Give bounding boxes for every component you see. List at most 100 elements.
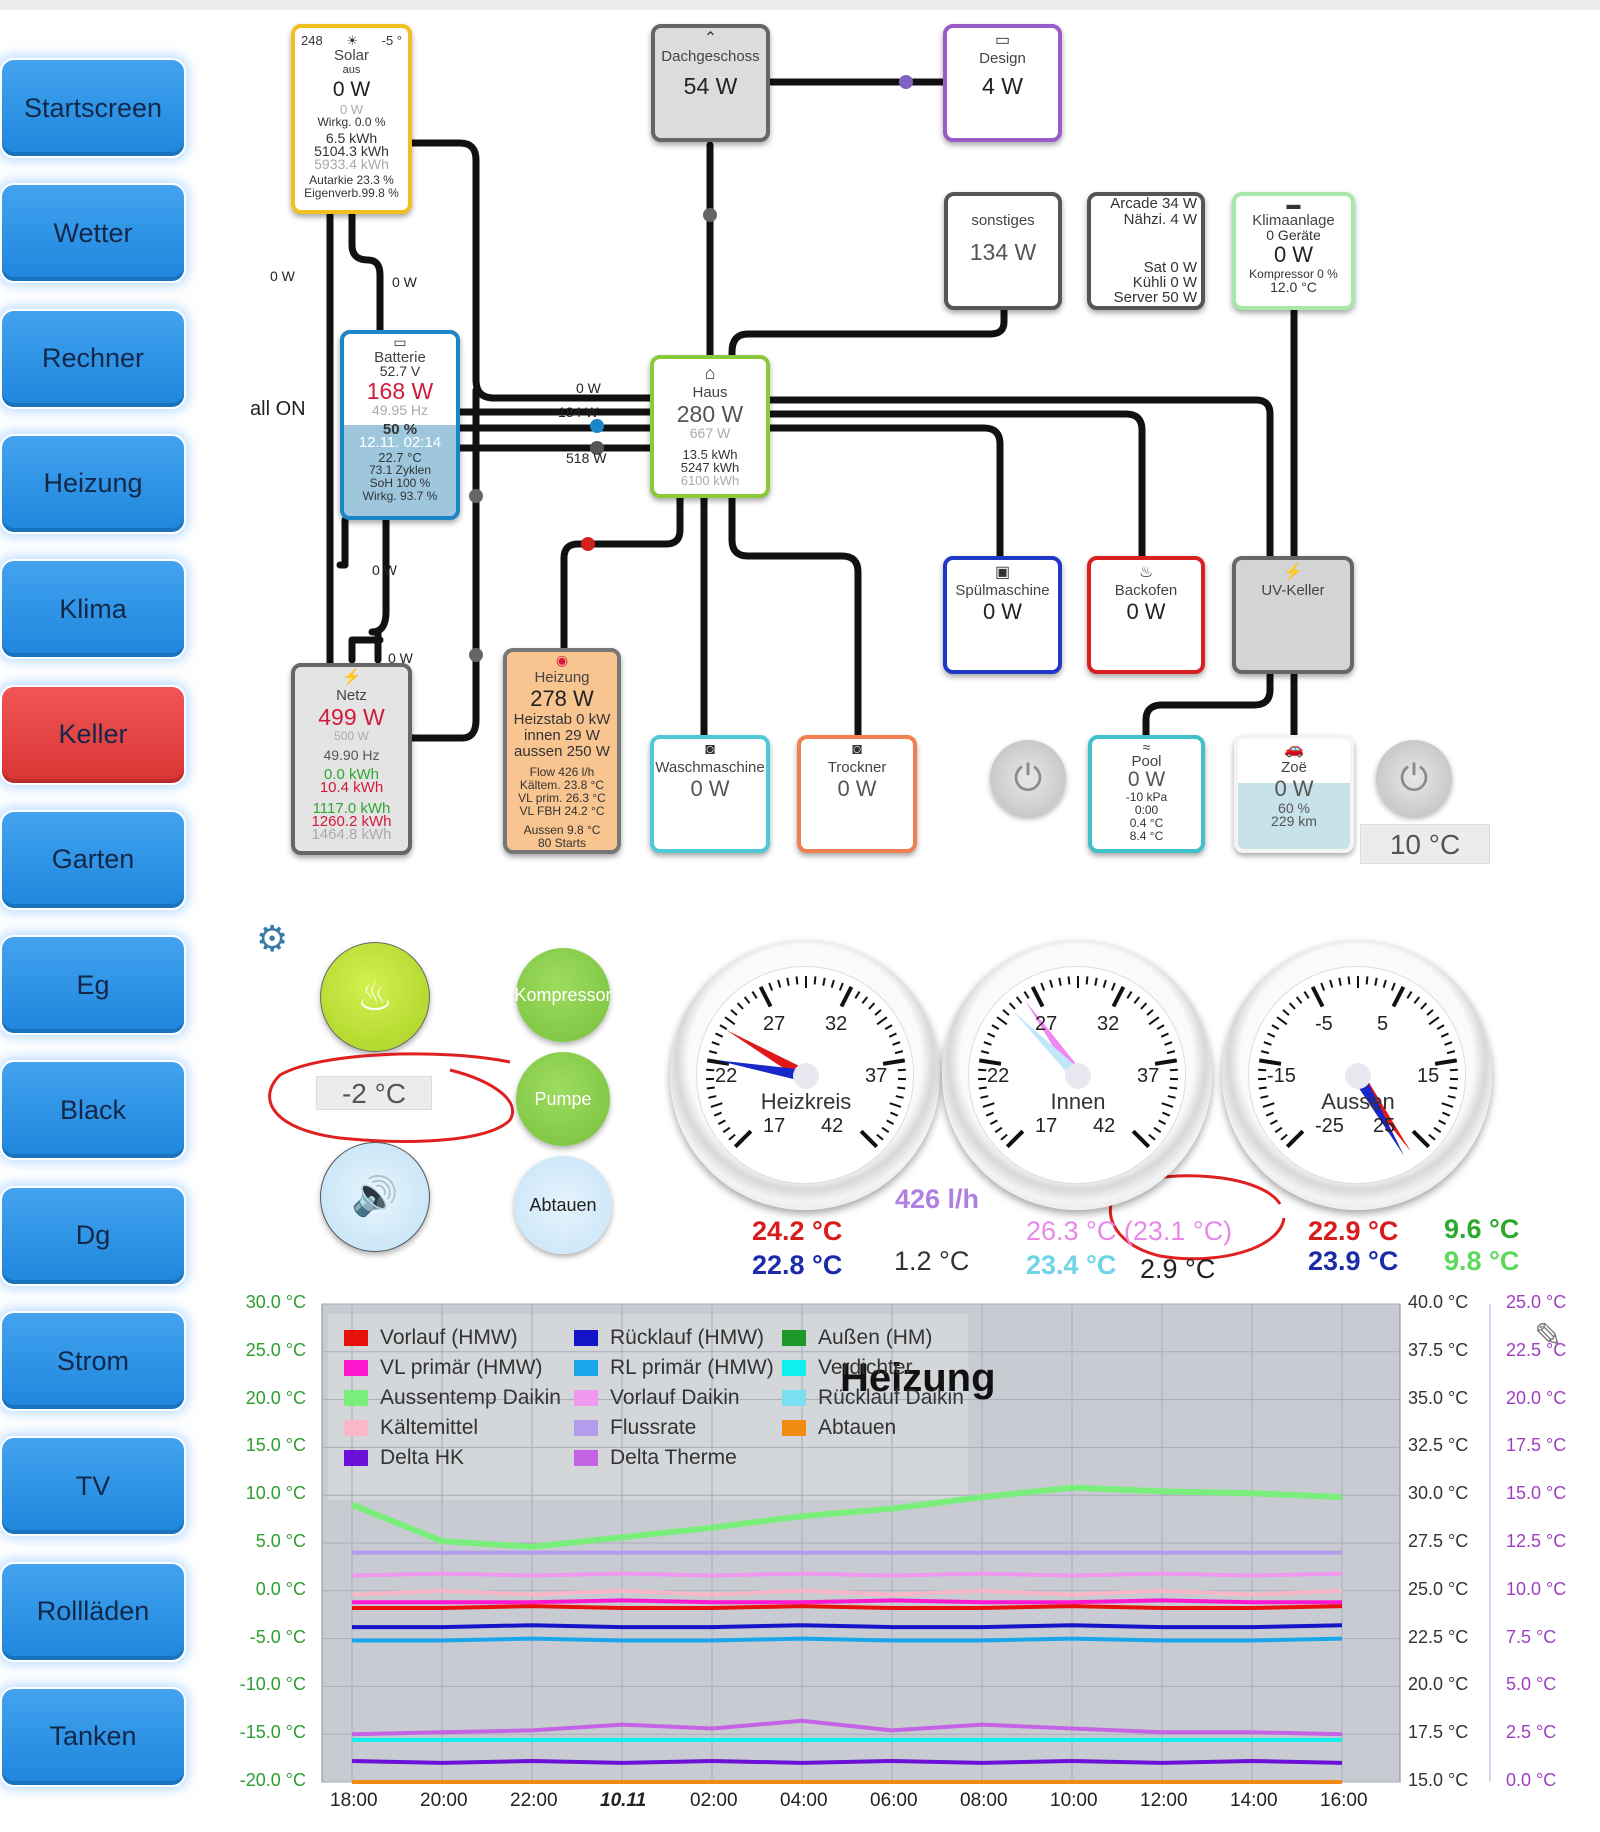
series-line — [351, 1588, 1343, 1597]
gauge-tick-label: 32 — [1097, 1013, 1120, 1035]
dryer-icon: ◙ — [852, 741, 862, 758]
y-tick-right2: 10.0 °C — [1506, 1578, 1567, 1599]
y-tick-right: 15.0 °C — [1408, 1770, 1469, 1790]
heizung-l1: Heizstab 0 kW — [513, 711, 611, 728]
kompressor-button[interactable]: Kompressor — [514, 948, 612, 1042]
gauge-face: -25 -15 -5 5 15 25 Aussen — [1248, 966, 1466, 1184]
pool-power-icon[interactable]: ⏻ — [990, 740, 1066, 816]
solar-wirkg: Wirkg. 0.0 % — [317, 115, 386, 129]
series-line — [352, 1598, 1342, 1605]
abtauen-button[interactable]: Abtauen — [514, 1156, 612, 1254]
x-tick: 10:00 — [1050, 1790, 1098, 1811]
zoe-box[interactable]: 🚗 Zoë 0 W 60 % 229 km — [1234, 735, 1354, 853]
x-tick: 16:00 — [1320, 1790, 1368, 1811]
legend-entry[interactable]: Rücklauf (HMW) — [574, 1326, 764, 1350]
solar-top-right: -5 ° — [381, 33, 402, 48]
heating-mode-icon[interactable]: ♨ — [320, 942, 430, 1052]
arcade-box[interactable]: Arcade 34 W Nähzi. 4 W Sat 0 W Kühli 0 W… — [1087, 192, 1205, 310]
gear-icon[interactable]: ⚙ — [256, 918, 288, 960]
zoe-power: 0 W — [1274, 776, 1314, 801]
sonstiges-box[interactable]: sonstiges 134 W — [944, 192, 1062, 310]
pool-box[interactable]: ≈ Pool 0 W -10 kPa 0:00 0.4 °C 8.4 °C — [1088, 735, 1205, 853]
klimaanlage-box[interactable]: ▬ Klimaanlage 0 Geräte 0 W Kompressor 0 … — [1232, 192, 1355, 310]
heizung-l2: innen 29 W — [524, 727, 600, 744]
pumpe-button[interactable]: Pumpe — [516, 1052, 610, 1146]
zoe-power-icon[interactable]: ⏻ — [1376, 740, 1452, 816]
nav-item-black[interactable]: Black — [0, 1060, 186, 1161]
nav-item-dg[interactable]: Dg — [0, 1185, 186, 1286]
innen-cyan: 23.4 °C — [1026, 1250, 1117, 1280]
gauge-tick-label: -25 — [1315, 1115, 1344, 1137]
netz-box[interactable]: ⚡ Netz 499 W 500 W 49.90 Hz 0.0 kWh 10.4… — [291, 663, 412, 855]
y-tick-right2: 12.5 °C — [1506, 1531, 1567, 1551]
sun-icon: ☀ — [346, 33, 358, 48]
legend-swatch — [574, 1390, 598, 1406]
dach-title: Dachgeschoss — [661, 48, 760, 65]
trockner-box[interactable]: ◙ Trockner 0 W — [797, 735, 917, 853]
arcade-l5: Server 50 W — [1113, 289, 1197, 306]
legend-label: Abtauen — [818, 1416, 897, 1439]
gauge-tick-label: 22 — [715, 1065, 738, 1087]
legend-entry[interactable]: Rücklauf Daikin — [782, 1386, 964, 1410]
haus-box[interactable]: ⌂ Haus 280 W 667 W 13.5 kWh 5247 kWh 610… — [650, 355, 770, 498]
pylon-icon: ⚡ — [341, 669, 362, 686]
legend-entry[interactable]: Vorlauf (HMW) — [344, 1326, 518, 1350]
spuel-title: Spülmaschine — [955, 582, 1050, 599]
haus-title: Haus — [692, 384, 728, 401]
solar-box[interactable]: 248 ☀ -5 ° Solar aus 0 W 0 W Wirkg. 0.0 % … — [291, 24, 412, 214]
design-power: 4 W — [982, 73, 1023, 99]
legend-entry[interactable]: VL primär (HMW) — [344, 1356, 543, 1380]
heizung-l7: VL FBH 24.2 °C — [519, 804, 605, 818]
legend-swatch — [574, 1420, 598, 1436]
legend-swatch — [782, 1360, 806, 1376]
legend-entry[interactable]: Vorlauf Daikin — [574, 1386, 740, 1410]
legend-label: Flussrate — [610, 1416, 697, 1439]
legend-swatch — [782, 1420, 806, 1436]
y-tick-right2: 15.0 °C — [1506, 1483, 1567, 1504]
waschmaschine-box[interactable]: ◙ Waschmaschine 0 W — [650, 735, 770, 853]
legend-entry[interactable]: Verdichter — [782, 1356, 913, 1380]
solar-power: 0 W — [332, 78, 371, 101]
uv-keller-box[interactable]: ⚡ UV-Keller — [1232, 556, 1354, 674]
y-tick-right2: 0.0 °C — [1506, 1770, 1557, 1790]
nav-item-eg[interactable]: Eg — [0, 935, 186, 1036]
legend-swatch — [782, 1330, 806, 1346]
backofen-title: Backofen — [1114, 582, 1178, 599]
haus-kwh3: 6100 kWh — [680, 473, 740, 488]
y-tick-right2: 7.5 °C — [1506, 1626, 1557, 1647]
legend-entry[interactable]: Kältemittel — [344, 1416, 478, 1440]
car-icon: 🚗 — [1284, 741, 1304, 758]
legend-swatch — [574, 1330, 598, 1346]
heizung-box[interactable]: ◉ Heizung 278 W Heizstab 0 kW innen 29 W… — [503, 648, 621, 854]
design-box[interactable]: ▭ Design 4 W — [943, 24, 1062, 142]
netz-title: Netz — [336, 687, 367, 704]
backofen-box[interactable]: ♨ Backofen 0 W — [1087, 556, 1205, 674]
zoe-km: 229 km — [1271, 813, 1317, 829]
gauge-tick-label: 37 — [1137, 1065, 1160, 1087]
y-tick-right2: 20.0 °C — [1506, 1387, 1567, 1408]
legend-entry[interactable]: Delta HK — [344, 1446, 464, 1470]
solar-title: Solar — [333, 47, 370, 64]
legend-entry[interactable]: Außen (HM) — [782, 1326, 932, 1350]
legend-swatch — [344, 1330, 368, 1346]
legend-label: Delta Therme — [610, 1446, 737, 1469]
spuelmaschine-box[interactable]: ▣ Spülmaschine 0 W — [943, 556, 1062, 674]
wire-label-haus1: 0 W — [576, 380, 601, 396]
aussen-blue: 23.9 °C — [1308, 1246, 1399, 1276]
series-line — [352, 1636, 1343, 1643]
y-tick-left: -15.0 °C — [239, 1722, 306, 1743]
legend-entry[interactable]: Aussentemp Daikin — [344, 1386, 561, 1410]
legend-entry[interactable]: RL primär (HMW) — [574, 1356, 774, 1380]
dachgeschoss-box[interactable]: ⌃ Dachgeschoss 54 W — [651, 24, 770, 142]
gauge-tick-label: 15 — [1417, 1065, 1440, 1087]
legend-label: Vorlauf (HMW) — [380, 1326, 518, 1349]
gauge-face: 17 22 27 32 37 42 Innen — [968, 966, 1186, 1184]
arcade-l4: Kühli 0 W — [1132, 274, 1197, 291]
wire-label-solar-batt: 0 W — [392, 274, 417, 290]
legend-entry[interactable]: Abtauen — [782, 1416, 896, 1440]
legend-entry[interactable]: Delta Therme — [574, 1446, 737, 1470]
speaker-icon[interactable]: 🔊 — [320, 1142, 430, 1252]
legend-entry[interactable]: Flussrate — [574, 1416, 696, 1440]
batterie-box[interactable]: ▭ Batterie 52.7 V 168 W 49.95 Hz 50 % 12… — [340, 330, 460, 520]
y-tick-right2: 2.5 °C — [1506, 1722, 1557, 1743]
